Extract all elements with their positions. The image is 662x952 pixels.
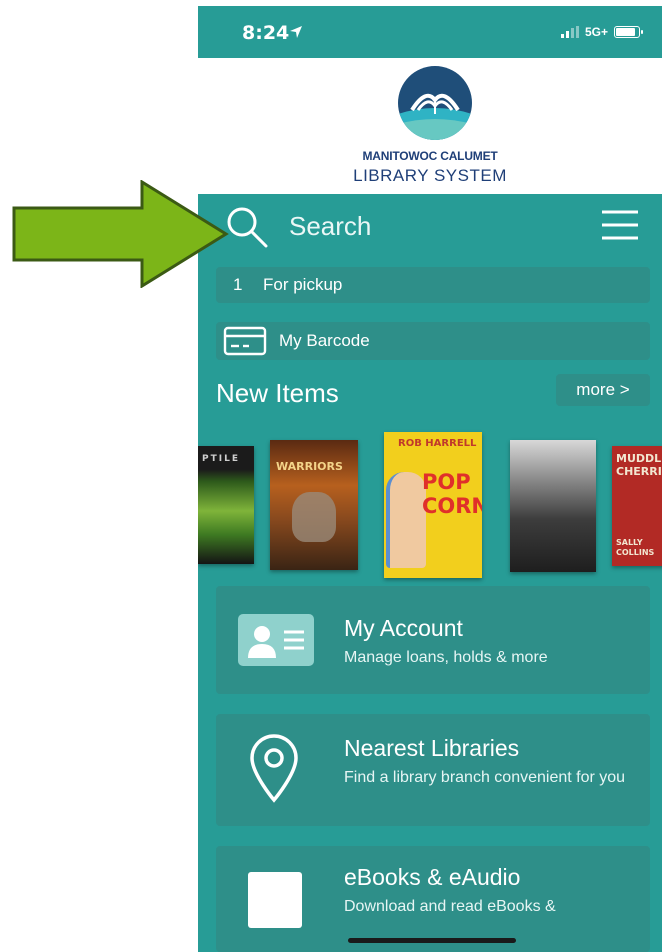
pickup-count: 1 xyxy=(233,275,243,294)
logo-name-line1: MANITOWOC CALUMET xyxy=(362,149,498,163)
hamburger-menu-icon[interactable] xyxy=(600,208,640,242)
phone-screen: 8:24 5G+ MANITOWOC CALUMET LIBRARY SYSTE… xyxy=(198,6,662,952)
search-icon[interactable] xyxy=(224,204,270,250)
book-cover-photo[interactable] xyxy=(510,440,596,572)
ebook-icon xyxy=(248,872,302,928)
new-items-carousel[interactable]: PTILE WARRIORS ROB HARRELL POP CORN MUDD… xyxy=(198,418,662,578)
card-icon xyxy=(223,326,267,356)
book-cover-text: POP CORN xyxy=(422,470,482,518)
location-arrow-icon xyxy=(290,26,302,38)
book-cover-top-text: ROB HARRELL xyxy=(398,438,477,449)
book-logo-icon xyxy=(398,66,472,140)
card-subtitle: Manage loans, holds & more xyxy=(344,649,548,666)
status-bar: 8:24 5G+ xyxy=(198,6,662,58)
new-items-heading: New Items xyxy=(216,378,339,408)
more-button[interactable]: more > xyxy=(556,374,650,406)
network-label: 5G+ xyxy=(584,25,608,39)
home-indicator[interactable] xyxy=(348,938,516,943)
card-title: eBooks & eAudio xyxy=(344,864,521,890)
account-card-icon xyxy=(238,614,314,666)
card-title: Nearest Libraries xyxy=(344,735,520,761)
for-pickup-button[interactable]: 1 For pickup xyxy=(216,267,650,303)
book-cover-reptiles[interactable]: PTILE xyxy=(198,446,254,564)
status-time: 8:24 xyxy=(242,22,290,44)
book-cover-warriors[interactable]: WARRIORS xyxy=(270,440,358,570)
search-input[interactable]: Search xyxy=(289,211,371,242)
pickup-label: For pickup xyxy=(263,275,343,294)
library-logo: MANITOWOC CALUMET LIBRARY SYSTEM xyxy=(198,58,662,194)
nearest-libraries-card[interactable]: Nearest Libraries Find a library branch … xyxy=(216,714,650,826)
book-cover-author: SALLY COLLINS xyxy=(616,538,655,557)
book-cover-muddled[interactable]: MUDDLE CHERRI SALLY COLLINS xyxy=(612,446,662,566)
right-arrow-icon xyxy=(12,180,229,288)
book-cover-cat-art xyxy=(292,492,336,542)
search-bar[interactable]: Search xyxy=(198,194,662,256)
card-subtitle: Download and read eBooks & xyxy=(344,898,556,915)
my-account-card[interactable]: My Account Manage loans, holds & more xyxy=(216,586,650,694)
signal-icon xyxy=(560,26,579,38)
book-cover-boy-art xyxy=(386,472,426,568)
ebooks-eaudio-card[interactable]: eBooks & eAudio Download and read eBooks… xyxy=(216,846,650,952)
card-subtitle: Find a library branch convenient for you xyxy=(344,769,626,786)
book-cover-text: PTILE xyxy=(202,454,240,464)
book-cover-popcorn[interactable]: ROB HARRELL POP CORN xyxy=(384,432,482,578)
logo-name-line2: LIBRARY SYSTEM xyxy=(353,166,507,185)
barcode-label: My Barcode xyxy=(279,331,370,350)
book-cover-text: MUDDLE CHERRI xyxy=(616,452,662,478)
book-cover-text: WARRIORS xyxy=(276,460,343,473)
status-indicators: 5G+ xyxy=(560,25,643,39)
card-title: My Account xyxy=(344,615,463,641)
battery-icon xyxy=(614,26,643,38)
my-barcode-button[interactable]: My Barcode xyxy=(216,322,650,360)
location-pin-icon xyxy=(250,734,298,803)
